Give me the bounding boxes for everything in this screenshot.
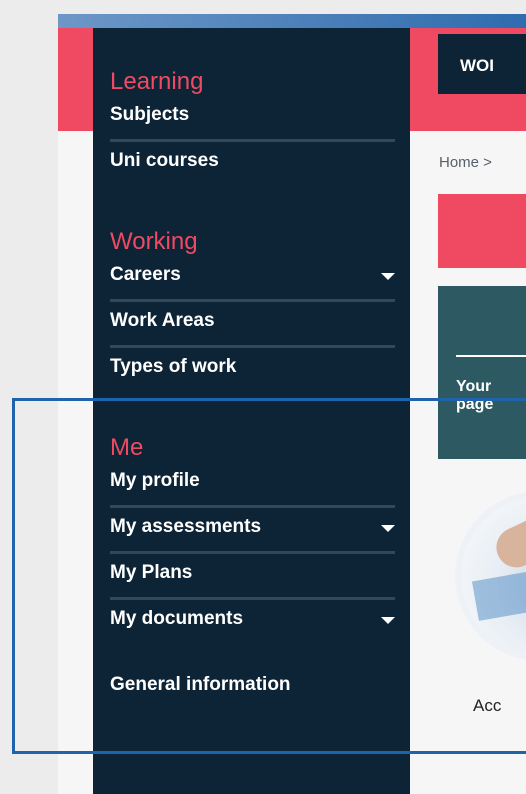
sidebar-item-general-information[interactable]: General information bbox=[110, 666, 395, 712]
sidebar-item-my-profile[interactable]: My profile bbox=[110, 462, 395, 508]
sidebar-item-my-assessments[interactable]: My assessments bbox=[110, 508, 395, 554]
sidebar-item-label: My assessments bbox=[110, 516, 262, 537]
sidebar-item-my-plans[interactable]: My Plans bbox=[110, 554, 395, 600]
card-image[interactable] bbox=[455, 491, 526, 661]
chevron-down-icon[interactable] bbox=[381, 273, 395, 280]
page-frame: WOI Home > Your page Acc Learning Subjec… bbox=[58, 14, 526, 794]
sidebar-item-label: Work Areas bbox=[110, 310, 215, 331]
work-button[interactable]: WOI bbox=[438, 34, 526, 94]
section-working: Working Careers Work Areas Types of work bbox=[110, 228, 395, 394]
chevron-down-icon[interactable] bbox=[381, 525, 395, 532]
promo-banner bbox=[438, 194, 526, 268]
section-me: Me My profile My assessments My Plans My… bbox=[110, 434, 395, 712]
top-strip bbox=[58, 14, 526, 28]
sidebar-menu: Learning Subjects Uni courses Working Ca… bbox=[93, 28, 410, 794]
sidebar-item-label: My profile bbox=[110, 470, 200, 491]
sidebar-item-uni-courses[interactable]: Uni courses bbox=[110, 142, 395, 188]
sidebar-item-label: Subjects bbox=[110, 104, 190, 125]
chevron-down-icon[interactable] bbox=[381, 617, 395, 624]
sidebar-item-label: Careers bbox=[110, 264, 181, 285]
section-heading-me: Me bbox=[110, 434, 144, 461]
sidebar-item-subjects[interactable]: Subjects bbox=[110, 96, 395, 142]
section-heading-working: Working bbox=[110, 228, 198, 255]
sidebar-item-work-areas[interactable]: Work Areas bbox=[110, 302, 395, 348]
teal-card-line-1: Your bbox=[456, 378, 492, 395]
teal-card-text: Your page bbox=[456, 378, 526, 414]
sidebar-item-my-documents[interactable]: My documents bbox=[110, 600, 395, 646]
section-learning: Learning Subjects Uni courses bbox=[110, 68, 395, 188]
image-ring bbox=[455, 491, 526, 661]
sidebar-item-label: Uni courses bbox=[110, 150, 219, 171]
sidebar-item-label: My Plans bbox=[110, 562, 193, 583]
sidebar-item-types-of-work[interactable]: Types of work bbox=[110, 348, 395, 394]
sidebar-item-label: Types of work bbox=[110, 356, 237, 377]
teal-card[interactable]: Your page bbox=[438, 286, 526, 459]
section-heading-learning: Learning bbox=[110, 68, 204, 95]
sidebar-item-careers[interactable]: Careers bbox=[110, 256, 395, 302]
sidebar-item-label: General information bbox=[110, 674, 291, 695]
teal-card-line-2: page bbox=[456, 396, 494, 413]
card-caption[interactable]: Acc bbox=[473, 696, 501, 716]
sidebar-item-label: My documents bbox=[110, 608, 244, 629]
card-rule bbox=[456, 355, 526, 357]
breadcrumb[interactable]: Home > bbox=[439, 154, 492, 171]
